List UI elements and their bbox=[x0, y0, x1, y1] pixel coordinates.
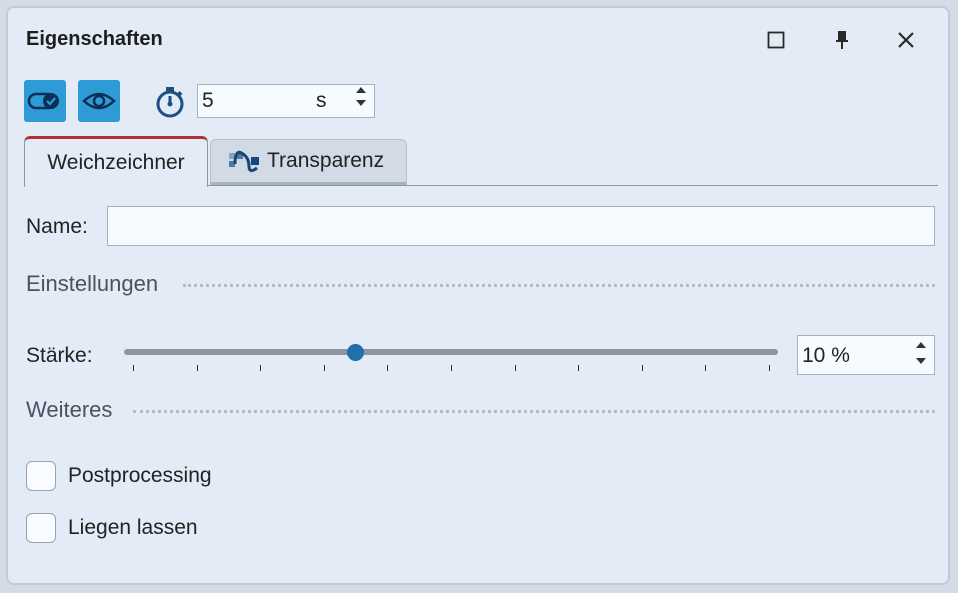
duration-stepper[interactable]: 5 s bbox=[197, 84, 375, 118]
slider-tick bbox=[197, 365, 198, 371]
strength-value: 10 % bbox=[802, 344, 850, 367]
transparency-icon bbox=[229, 150, 259, 173]
toggle-active-button[interactable] bbox=[24, 80, 66, 122]
name-input[interactable] bbox=[107, 206, 935, 246]
maximize-button[interactable] bbox=[760, 26, 792, 54]
stopwatch-icon bbox=[156, 87, 184, 118]
strength-stepper[interactable]: 10 % bbox=[797, 335, 935, 375]
tab-transparenz[interactable]: Transparenz bbox=[210, 139, 407, 185]
close-icon bbox=[898, 32, 914, 48]
maximize-icon bbox=[767, 31, 785, 49]
tab-weichzeichner-label: Weichzeichner bbox=[47, 151, 185, 174]
duration-up-arrow[interactable] bbox=[356, 87, 366, 93]
duration-spin-arrows bbox=[356, 87, 366, 106]
slider-tick bbox=[387, 365, 388, 371]
liegen-lassen-checkbox[interactable] bbox=[26, 513, 56, 543]
section-einstellungen: Einstellungen bbox=[26, 271, 159, 296]
section-weiteres: Weiteres bbox=[26, 397, 113, 422]
toggle-check-icon bbox=[27, 92, 59, 110]
tab-transparenz-label: Transparenz bbox=[267, 149, 385, 172]
section-divider-einstellungen bbox=[183, 284, 935, 287]
postprocessing-label: Postprocessing bbox=[68, 464, 212, 487]
slider-tick bbox=[324, 365, 325, 371]
strength-down-arrow[interactable] bbox=[916, 358, 926, 364]
slider-tick bbox=[578, 365, 579, 371]
strength-slider-thumb[interactable] bbox=[347, 344, 364, 361]
duration-unit: s bbox=[316, 89, 327, 112]
strength-slider-track[interactable] bbox=[124, 349, 778, 355]
slider-tick bbox=[260, 365, 261, 371]
slider-tick bbox=[642, 365, 643, 371]
slider-tick bbox=[769, 365, 770, 371]
postprocessing-checkbox[interactable] bbox=[26, 461, 56, 491]
tab-weichzeichner[interactable]: Weichzeichner bbox=[24, 136, 208, 187]
liegen-lassen-label: Liegen lassen bbox=[68, 516, 198, 539]
strength-label: Stärke: bbox=[26, 344, 93, 367]
eye-icon bbox=[82, 92, 116, 110]
close-button[interactable] bbox=[890, 26, 922, 54]
duration-value: 5 bbox=[202, 89, 214, 112]
panel-title: Eigenschaften bbox=[26, 28, 163, 50]
visibility-button[interactable] bbox=[78, 80, 120, 122]
section-divider-weiteres bbox=[133, 410, 935, 413]
properties-panel: Eigenschaften 5 s Weichzeichner Transpar… bbox=[6, 6, 950, 585]
slider-tick bbox=[133, 365, 134, 371]
slider-tick bbox=[515, 365, 516, 371]
slider-tick bbox=[705, 365, 706, 371]
pin-icon bbox=[836, 31, 848, 49]
pin-button[interactable] bbox=[826, 26, 858, 54]
strength-spin-arrows bbox=[916, 342, 926, 364]
slider-tick bbox=[451, 365, 452, 371]
name-label: Name: bbox=[26, 215, 88, 238]
duration-down-arrow[interactable] bbox=[356, 100, 366, 106]
strength-up-arrow[interactable] bbox=[916, 342, 926, 348]
